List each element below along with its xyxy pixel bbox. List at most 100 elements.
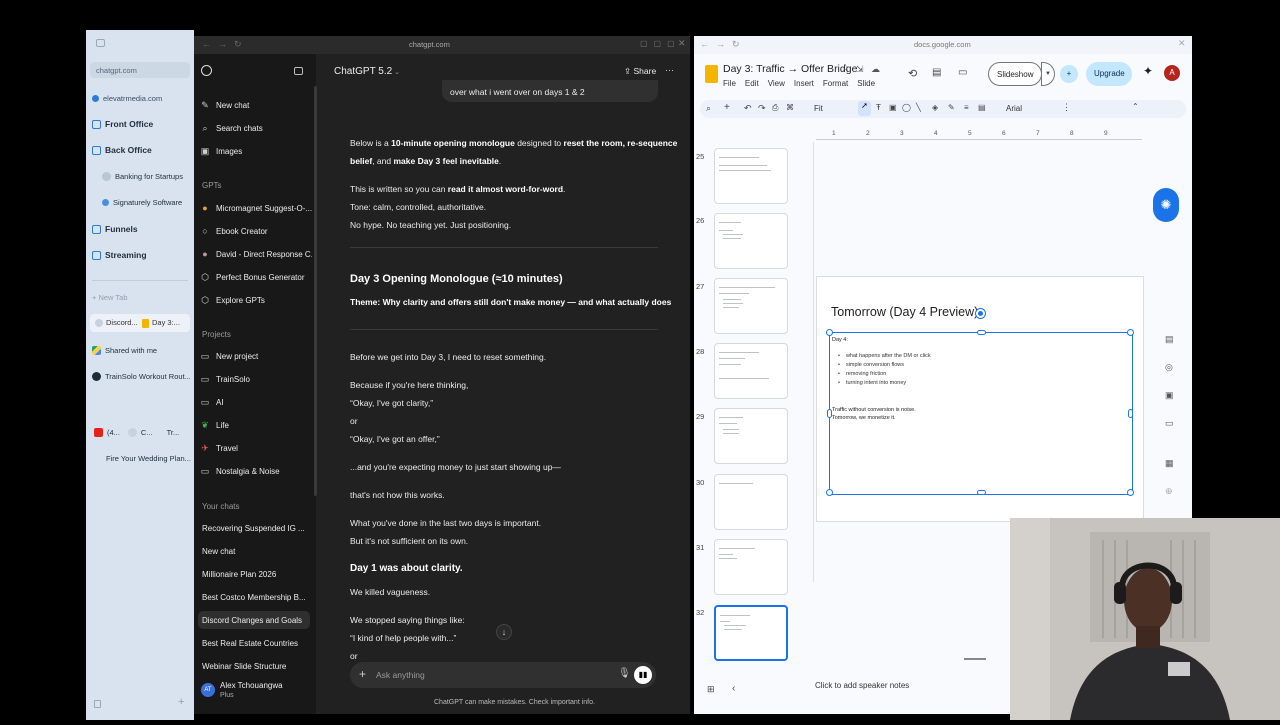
tab-row-youtube[interactable]: (4... C... Tr... <box>86 423 190 441</box>
sidebar-toggle-icon[interactable] <box>96 39 105 47</box>
split-tab-discord[interactable]: Discord... <box>106 318 138 327</box>
menu-view[interactable]: View <box>768 79 785 88</box>
project-item[interactable]: ▭ AI <box>200 393 312 411</box>
grid-view-icon[interactable]: ⊞ <box>707 684 715 695</box>
menu-file[interactable]: File <box>723 79 736 88</box>
chat-item-active[interactable]: Discord Changes and Goals <box>202 611 314 629</box>
voice-mode-button[interactable]: ▮▮ <box>634 666 652 684</box>
explore-gpts-button[interactable]: ⬡ Explore GPTs <box>200 291 312 309</box>
forward-icon[interactable]: → <box>716 39 725 49</box>
folder-streaming[interactable]: Streaming <box>92 246 190 264</box>
chat-item[interactable]: Recovering Suspended IG ... <box>202 519 314 537</box>
menu-format[interactable]: Format <box>823 79 848 88</box>
sidebar-collapse-icon[interactable] <box>294 67 303 75</box>
chat-item[interactable]: Best Costco Membership B... <box>202 588 314 606</box>
split-tab-day3[interactable]: Day 3:... <box>152 318 180 327</box>
fill-color-icon[interactable]: ◈ <box>932 103 938 112</box>
select-cursor-icon[interactable]: ➚ <box>858 101 871 116</box>
chat-item[interactable]: Webinar Slide Structure <box>202 657 314 675</box>
close-icon[interactable]: ✕ <box>678 38 686 49</box>
reload-icon[interactable]: ↻ <box>234 39 242 50</box>
images-button[interactable]: ▣ Images <box>200 142 312 160</box>
gpt-item[interactable]: ⬡ Perfect Bonus Generator <box>200 268 312 286</box>
resize-handle[interactable] <box>826 489 833 496</box>
attach-plus-icon[interactable]: + <box>359 667 366 681</box>
tab-trainsolo[interactable]: TrainSolo Workout Rout... <box>92 367 190 385</box>
border-dash-icon[interactable]: ▤ <box>978 103 986 112</box>
address-bar[interactable]: chatgpt.com <box>90 62 190 78</box>
redo-icon[interactable]: ↷ <box>758 103 766 114</box>
split-tab-group[interactable]: Discord... Day 3:... <box>90 314 190 332</box>
window-controls[interactable]: ▢▢▢ <box>640 39 681 48</box>
cloud-status-icon[interactable]: ☁ <box>871 64 880 75</box>
slideshow-button[interactable]: Slideshow <box>988 62 1042 86</box>
project-item[interactable]: ▭ Nostalgia & Noise <box>200 462 312 480</box>
user-menu[interactable]: AT Alex Tchouangwa Plus <box>198 678 312 704</box>
gemini-icon[interactable]: ✦ <box>1143 64 1153 78</box>
slides-panel-icon[interactable]: ▤ <box>1165 334 1174 345</box>
keep-icon[interactable]: ◎ <box>1165 362 1173 373</box>
reload-icon[interactable]: ↻ <box>732 39 740 50</box>
resize-handle[interactable] <box>977 490 986 495</box>
collapse-filmstrip-icon[interactable]: ‹ <box>732 683 735 694</box>
slide-thumbnail-selected[interactable] <box>714 605 788 661</box>
undo-icon[interactable]: ↶ <box>744 103 752 114</box>
scroll-down-button[interactable]: ↓ <box>496 624 512 640</box>
chat-item[interactable]: Millionaire Plan 2026 <box>202 565 314 583</box>
slide-thumbnail[interactable] <box>714 278 788 334</box>
line-icon[interactable]: ╲ <box>916 103 921 112</box>
project-item[interactable]: ✈ Travel <box>200 439 312 457</box>
slide-canvas[interactable]: Tomorrow (Day 4 Preview) Day 4: • what ha… <box>816 276 1144 522</box>
upgrade-button[interactable]: Upgrade <box>1086 62 1132 86</box>
menu-slide[interactable]: Slide <box>857 79 875 88</box>
resize-handle[interactable] <box>1127 489 1134 496</box>
more-options-icon[interactable]: ⋯ <box>665 65 674 76</box>
speaker-notes[interactable]: Click to add speaker notes <box>806 676 1006 696</box>
new-chat-button[interactable]: ✎ New chat <box>200 96 312 114</box>
close-icon[interactable]: ✕ <box>1178 38 1186 49</box>
slide-thumbnail[interactable] <box>714 148 788 204</box>
chat-item[interactable]: New chat <box>202 542 314 560</box>
star-icon[interactable]: ☆ <box>841 63 850 74</box>
folder-back-office[interactable]: Back Office <box>92 141 190 159</box>
search-chats-button[interactable]: ⌕ Search chats <box>200 119 312 137</box>
drive-panel-icon[interactable]: ▭ <box>1165 418 1174 429</box>
menu-edit[interactable]: Edit <box>745 79 759 88</box>
slide-title[interactable]: Tomorrow (Day 4 Preview) <box>831 305 978 319</box>
url-bar[interactable]: docs.google.com <box>914 40 971 49</box>
folder-funnels[interactable]: Funnels <box>92 220 190 238</box>
add-icon[interactable]: ⊕ <box>1165 486 1173 497</box>
tab-signaturely[interactable]: Signaturely Software <box>102 193 190 211</box>
notes-drag-handle[interactable] <box>964 658 986 660</box>
rotate-handle[interactable] <box>976 309 985 318</box>
tab-wedding[interactable]: Fire Your Wedding Plan... <box>106 449 192 467</box>
share-button[interactable]: ⇪ Share <box>624 66 656 77</box>
model-selector[interactable]: ChatGPT 5.2 ⌄ <box>334 66 400 77</box>
tasks-icon[interactable]: ▣ <box>1165 390 1174 401</box>
new-project-button[interactable]: ▭ New project <box>200 347 312 365</box>
resize-handle[interactable] <box>826 329 833 336</box>
selected-text-box[interactable]: Day 4: • what happens after the DM or cli… <box>826 329 1134 496</box>
comments-icon[interactable]: ▤ <box>932 67 941 78</box>
slide-thumbnail[interactable] <box>714 213 788 269</box>
chat-item[interactable]: Best Real Estate Countries <box>202 634 314 652</box>
composer[interactable]: + Ask anything 🎙 ▮▮ <box>350 662 656 688</box>
add-on-icon[interactable]: ▦ <box>1165 458 1174 469</box>
tab-elevatrmedia[interactable]: elevatrmedia.com <box>92 89 190 107</box>
tab-banking[interactable]: Banking for Startups <box>102 167 190 185</box>
move-icon[interactable]: ⇲ <box>856 64 864 75</box>
resize-handle[interactable] <box>977 330 986 335</box>
font-select[interactable]: Arial <box>1006 104 1022 113</box>
gpt-item[interactable]: ● Micromagnet Suggest-O-... <box>200 199 312 217</box>
slideshow-dropdown[interactable]: ▼ <box>1041 62 1055 86</box>
openai-logo-icon[interactable] <box>201 65 212 76</box>
history-icon[interactable]: ⟲ <box>908 67 917 80</box>
scrollbar[interactable] <box>314 86 317 496</box>
new-slide-icon[interactable]: + <box>724 102 730 113</box>
trash-icon[interactable] <box>94 700 101 708</box>
slide-thumbnail[interactable] <box>714 343 788 399</box>
image-icon[interactable]: ▣ <box>889 103 897 112</box>
tab-shared-with-me[interactable]: Shared with me <box>92 341 190 359</box>
new-tab-button[interactable]: + New Tab <box>92 288 190 306</box>
gpt-item[interactable]: ○ Ebook Creator <box>200 222 312 240</box>
